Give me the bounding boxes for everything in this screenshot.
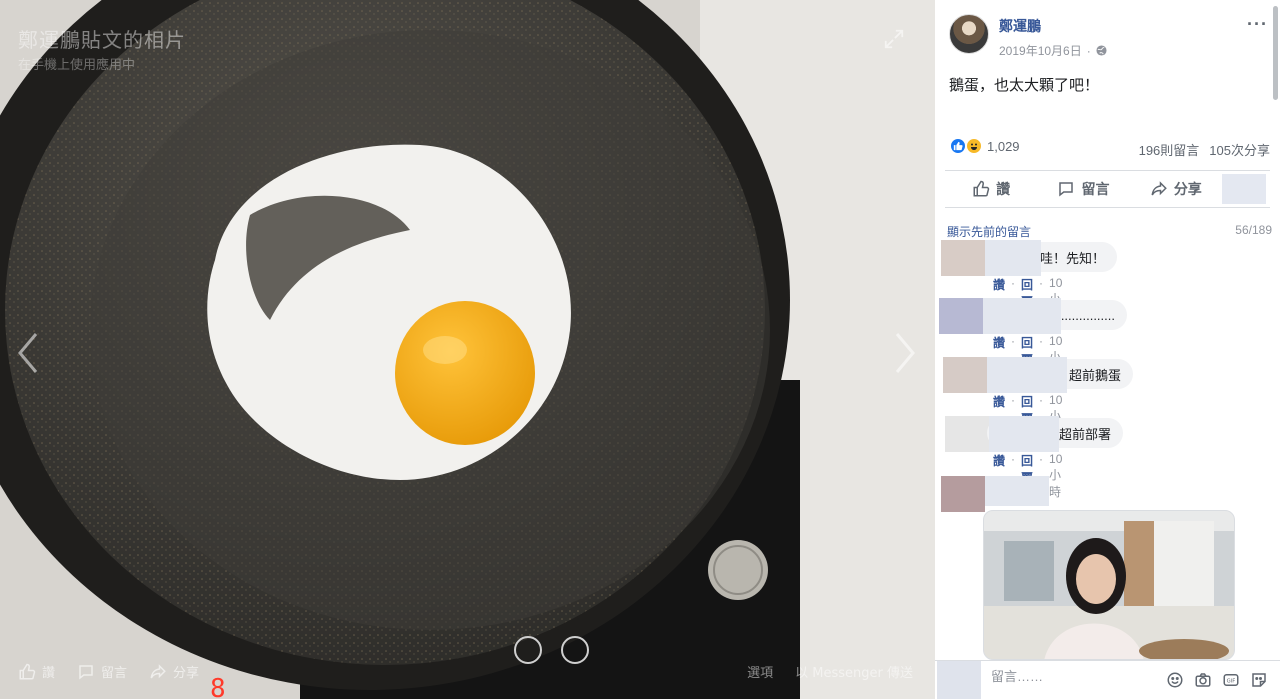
comment-photo-image (984, 511, 1234, 659)
redacted-name (987, 357, 1067, 393)
comment-button-label: 留言 (1081, 181, 1110, 197)
comment-text: 超前鵝蛋 (1068, 367, 1121, 383)
messenger-send-link[interactable]: 以 Messenger 傳送 (795, 662, 913, 681)
chevron-right-icon[interactable] (889, 330, 919, 376)
sticker-icon[interactable] (1250, 671, 1268, 689)
share-icon (1151, 181, 1167, 196)
commenter-avatar[interactable] (943, 357, 987, 393)
comment-time[interactable]: 10小時 (1049, 452, 1062, 500)
comment-button[interactable]: 留言 (1037, 179, 1129, 199)
comment-icon (79, 664, 93, 680)
like-icon (973, 180, 990, 197)
egg-photo: 8 (0, 0, 935, 699)
redacted-name (985, 240, 1041, 276)
gif-icon[interactable]: GIF (1222, 671, 1240, 689)
redacted-name (989, 416, 1059, 452)
viewer-avatar (937, 661, 981, 699)
share-icon (150, 663, 166, 678)
reaction-count: 1,029 (987, 138, 1020, 154)
emoji-icon[interactable] (1166, 671, 1184, 689)
photo-viewer: 8 鄭運鵬貼文的相片 在手機上使用應用中 讚 留言 分享 選項 以 Messen… (0, 0, 935, 699)
comment-photo[interactable] (983, 510, 1235, 660)
viewer-action-bar: 讚 留言 分享 (18, 662, 199, 681)
viewer-share-label: 分享 (173, 666, 200, 681)
comment-text: 超前部署 (1058, 426, 1111, 442)
viewer-like-button[interactable]: 讚 (18, 662, 55, 681)
haha-reaction-icon (965, 137, 983, 155)
viewer-comment-button[interactable]: 留言 (77, 662, 127, 681)
share-count[interactable]: 105次分享 (1209, 140, 1270, 159)
post-text: 鵝蛋，也太大顆了吧！ (949, 77, 1100, 94)
comment-text: 哇！先知！ (1039, 250, 1105, 266)
chevron-left-icon[interactable] (14, 330, 44, 376)
commenter-avatar[interactable] (939, 298, 983, 334)
comment-page-count: 56/189 (1235, 223, 1272, 237)
svg-text:8: 8 (210, 674, 226, 699)
options-link[interactable]: 選項 (747, 662, 773, 681)
viewer-share-button[interactable]: 分享 (149, 662, 199, 681)
like-button-label: 讚 (996, 181, 1011, 197)
author-avatar[interactable] (949, 14, 989, 54)
more-icon[interactable]: ··· (1247, 14, 1268, 35)
post-action-bar: 讚 留言 分享 (945, 170, 1270, 208)
viewer-right-actions: 選項 以 Messenger 傳送 (747, 662, 913, 681)
comment-input[interactable] (991, 669, 1191, 684)
composer-icons: GIF (1166, 671, 1268, 689)
post-header: 鄭運鵬 2019年10月6日 · (949, 14, 1107, 59)
share-button[interactable]: 分享 (1130, 179, 1222, 199)
post-panel: 鄭運鵬 2019年10月6日 · ··· 鵝蛋，也太大顆了吧！ 1,029 19… (935, 0, 1280, 699)
svg-text:GIF: GIF (1227, 679, 1236, 685)
viewer-like-label: 讚 (42, 666, 56, 681)
like-icon (19, 663, 36, 679)
comment-composer: GIF (935, 660, 1280, 699)
redacted-name (983, 298, 1061, 334)
share-button-label: 分享 (1173, 181, 1202, 197)
show-previous-comments-link[interactable]: 顯示先前的留言 (947, 223, 1031, 240)
post-meta: 2019年10月6日 · (999, 42, 1107, 59)
author-name[interactable]: 鄭運鵬 (999, 16, 1107, 36)
camera-icon[interactable] (1194, 671, 1212, 689)
redacted-name (985, 476, 1049, 506)
viewer-subtitle: 在手機上使用應用中 (18, 58, 136, 73)
comment-count[interactable]: 196則留言 (1139, 140, 1200, 159)
comment-icon (1059, 182, 1074, 197)
engagement-counts: 196則留言 105次分享 (1139, 140, 1270, 159)
viewer-comment-label: 留言 (101, 666, 128, 681)
commenter-avatar[interactable] (945, 416, 989, 452)
commenter-avatar[interactable] (941, 476, 985, 512)
redacted-block (1221, 174, 1266, 204)
commenter-avatar[interactable] (941, 240, 985, 276)
expand-icon[interactable] (883, 28, 905, 50)
comments-header: 顯示先前的留言 56/189 (947, 223, 1272, 240)
panel-scrollbar[interactable] (1273, 6, 1278, 100)
reactions-summary[interactable]: 1,029 (949, 137, 1020, 155)
comment-text: ............... (1060, 307, 1115, 323)
globe-icon (1096, 45, 1107, 56)
viewer-title: 鄭運鵬貼文的相片 (18, 28, 186, 52)
like-button[interactable]: 讚 (945, 179, 1037, 199)
post-date[interactable]: 2019年10月6日 (999, 42, 1082, 59)
